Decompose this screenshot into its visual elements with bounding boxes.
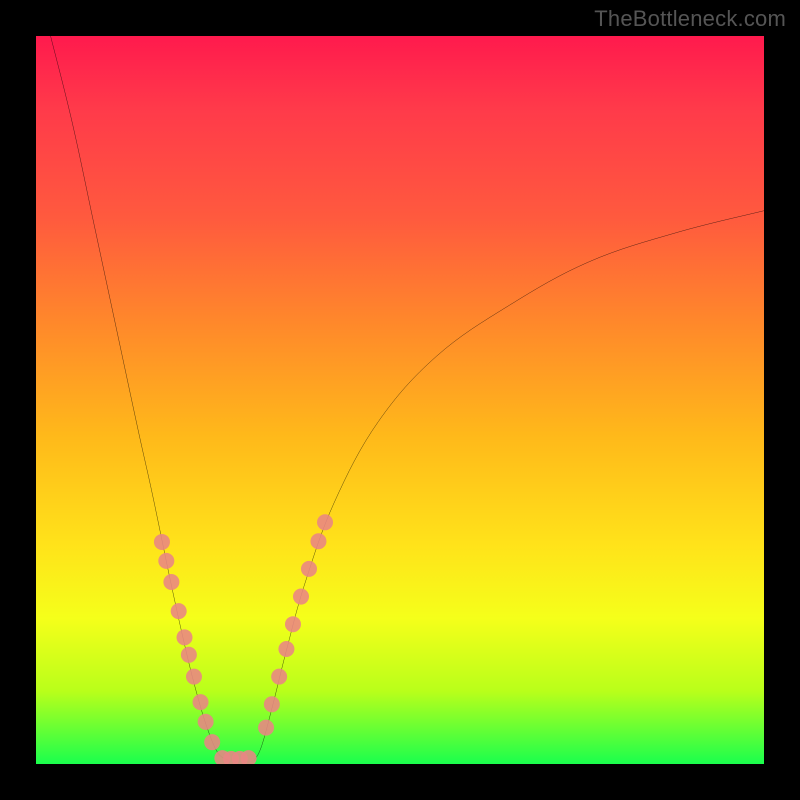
marker-dot	[301, 561, 317, 577]
curve-group	[51, 36, 764, 760]
curve-layer	[36, 36, 764, 764]
marker-dot	[264, 696, 280, 712]
marker-dot	[204, 734, 220, 750]
marker-dot	[310, 533, 326, 549]
curve-left-curve	[51, 36, 229, 760]
marker-dot	[278, 641, 294, 657]
marker-dot	[193, 694, 209, 710]
marker-dot	[271, 669, 287, 685]
marker-dot	[285, 616, 301, 632]
marker-dot	[258, 720, 274, 736]
marker-dot	[158, 553, 174, 569]
marker-dot	[198, 714, 214, 730]
watermark-label: TheBottleneck.com	[594, 6, 786, 32]
marker-dot	[154, 534, 170, 550]
curve-right-curve	[254, 211, 764, 761]
marker-dot	[171, 603, 187, 619]
marker-dot	[186, 669, 202, 685]
marker-dot	[177, 629, 193, 645]
marker-dot	[317, 514, 333, 530]
marker-group	[154, 514, 333, 764]
marker-dot	[181, 647, 197, 663]
plot-area	[36, 36, 764, 764]
marker-dot	[293, 589, 309, 605]
chart-stage: TheBottleneck.com	[0, 0, 800, 800]
marker-dot	[163, 574, 179, 590]
